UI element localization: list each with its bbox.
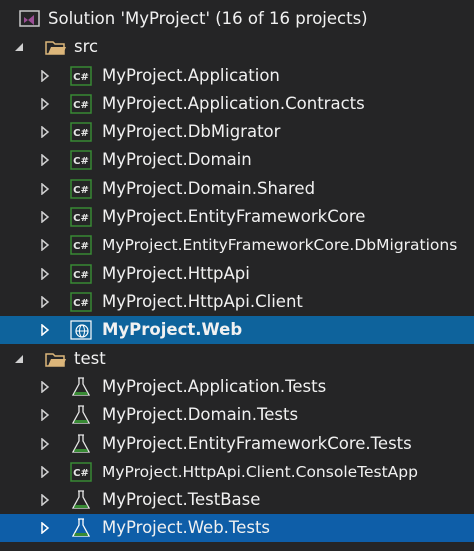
csharp-project-icon: C# (70, 207, 92, 227)
project-label: MyProject.HttpApi (102, 264, 250, 283)
csharp-project-icon: C# (70, 264, 92, 284)
project-label: MyProject.Web (102, 320, 243, 339)
project-label: MyProject.Application (102, 66, 280, 85)
csharp-project-icon: C# (70, 122, 92, 142)
collapsed-arrow-icon[interactable] (38, 288, 52, 316)
collapsed-arrow-icon[interactable] (38, 486, 52, 514)
collapsed-arrow-icon[interactable] (38, 231, 52, 259)
project-label: MyProject.HttpApi.Client (102, 292, 303, 311)
folder-node-src[interactable]: src (0, 33, 474, 61)
visual-studio-solution-icon (19, 9, 41, 29)
svg-text:C#: C# (73, 185, 89, 196)
project-node[interactable]: MyProject.Application.Tests (0, 373, 474, 401)
folder-label-src: src (74, 37, 99, 56)
expanded-arrow-icon[interactable] (12, 345, 26, 373)
project-node[interactable]: MyProject.TestBase (0, 486, 474, 514)
csharp-project-icon: C# (70, 150, 92, 170)
collapsed-arrow-icon[interactable] (38, 458, 52, 486)
collapsed-arrow-icon[interactable] (38, 316, 52, 344)
project-node[interactable]: MyProject.Domain.Tests (0, 401, 474, 429)
collapsed-arrow-icon[interactable] (38, 260, 52, 288)
csharp-project-icon: C# (70, 94, 92, 114)
project-label: MyProject.Domain (102, 150, 252, 169)
project-label: MyProject.HttpApi.Client.ConsoleTestApp (102, 463, 418, 481)
project-node[interactable]: C# MyProject.Domain.Shared (0, 175, 474, 203)
project-label: MyProject.Domain.Tests (102, 405, 299, 424)
test-flask-icon (70, 377, 92, 397)
solution-node[interactable]: Solution 'MyProject' (16 of 16 projects) (0, 5, 474, 33)
project-label: MyProject.EntityFrameworkCore.DbMigratio… (102, 236, 458, 254)
svg-text:C#: C# (73, 156, 89, 167)
csharp-project-icon: C# (70, 292, 92, 312)
project-node-selected[interactable]: MyProject.Web (0, 316, 474, 344)
collapsed-arrow-icon[interactable] (38, 118, 52, 146)
project-node-highlighted[interactable]: MyProject.Web.Tests (0, 514, 474, 542)
csharp-project-icon: C# (70, 235, 92, 255)
project-node[interactable]: C# MyProject.HttpApi (0, 260, 474, 288)
project-label: MyProject.Application.Contracts (102, 94, 365, 113)
test-flask-icon (70, 518, 92, 538)
project-label: MyProject.EntityFrameworkCore (102, 207, 366, 226)
svg-text:C#: C# (73, 100, 89, 111)
project-node[interactable]: C# MyProject.DbMigrator (0, 118, 474, 146)
svg-text:C#: C# (73, 468, 89, 479)
svg-text:C#: C# (73, 298, 89, 309)
csharp-project-icon: C# (70, 66, 92, 86)
collapsed-arrow-icon[interactable] (38, 175, 52, 203)
project-node[interactable]: C# MyProject.EntityFrameworkCore.DbMigra… (0, 231, 474, 259)
collapsed-arrow-icon[interactable] (38, 90, 52, 118)
folder-label-test: test (74, 349, 106, 368)
collapsed-arrow-icon[interactable] (38, 401, 52, 429)
svg-text:C#: C# (73, 270, 89, 281)
project-node[interactable]: C# MyProject.EntityFrameworkCore (0, 203, 474, 231)
project-node[interactable]: C# MyProject.Application.Contracts (0, 90, 474, 118)
csharp-project-icon: C# (70, 179, 92, 199)
project-label: MyProject.Domain.Shared (102, 179, 316, 198)
svg-text:C#: C# (73, 241, 89, 252)
svg-text:C#: C# (73, 72, 89, 83)
test-flask-icon (70, 405, 92, 425)
test-flask-icon (70, 434, 92, 454)
folder-open-icon (45, 37, 67, 57)
project-label: MyProject.EntityFrameworkCore.Tests (102, 434, 412, 453)
project-label: MyProject.TestBase (102, 490, 261, 509)
collapsed-arrow-icon[interactable] (38, 62, 52, 90)
project-node[interactable]: C# MyProject.HttpApi.Client (0, 288, 474, 316)
collapsed-arrow-icon[interactable] (38, 203, 52, 231)
test-flask-icon (70, 490, 92, 510)
svg-text:C#: C# (73, 128, 89, 139)
svg-text:C#: C# (73, 213, 89, 224)
solution-label: Solution 'MyProject' (16 of 16 projects) (48, 9, 368, 28)
csharp-project-icon: C# (70, 462, 92, 482)
project-node[interactable]: C# MyProject.HttpApi.Client.ConsoleTestA… (0, 458, 474, 486)
folder-node-test[interactable]: test (0, 345, 474, 373)
collapsed-arrow-icon[interactable] (38, 514, 52, 542)
solution-explorer-tree: Solution 'MyProject' (16 of 16 projects)… (0, 0, 474, 551)
project-label: MyProject.Web.Tests (102, 518, 271, 537)
folder-open-icon (45, 349, 67, 369)
collapsed-arrow-icon[interactable] (38, 373, 52, 401)
project-node[interactable]: MyProject.EntityFrameworkCore.Tests (0, 430, 474, 458)
collapsed-arrow-icon[interactable] (38, 430, 52, 458)
project-label: MyProject.Application.Tests (102, 377, 327, 396)
expanded-arrow-icon[interactable] (12, 33, 26, 61)
project-node[interactable]: C# MyProject.Application (0, 62, 474, 90)
collapsed-arrow-icon[interactable] (38, 146, 52, 174)
project-label: MyProject.DbMigrator (102, 122, 281, 141)
web-project-icon (70, 320, 92, 340)
project-node[interactable]: C# MyProject.Domain (0, 146, 474, 174)
